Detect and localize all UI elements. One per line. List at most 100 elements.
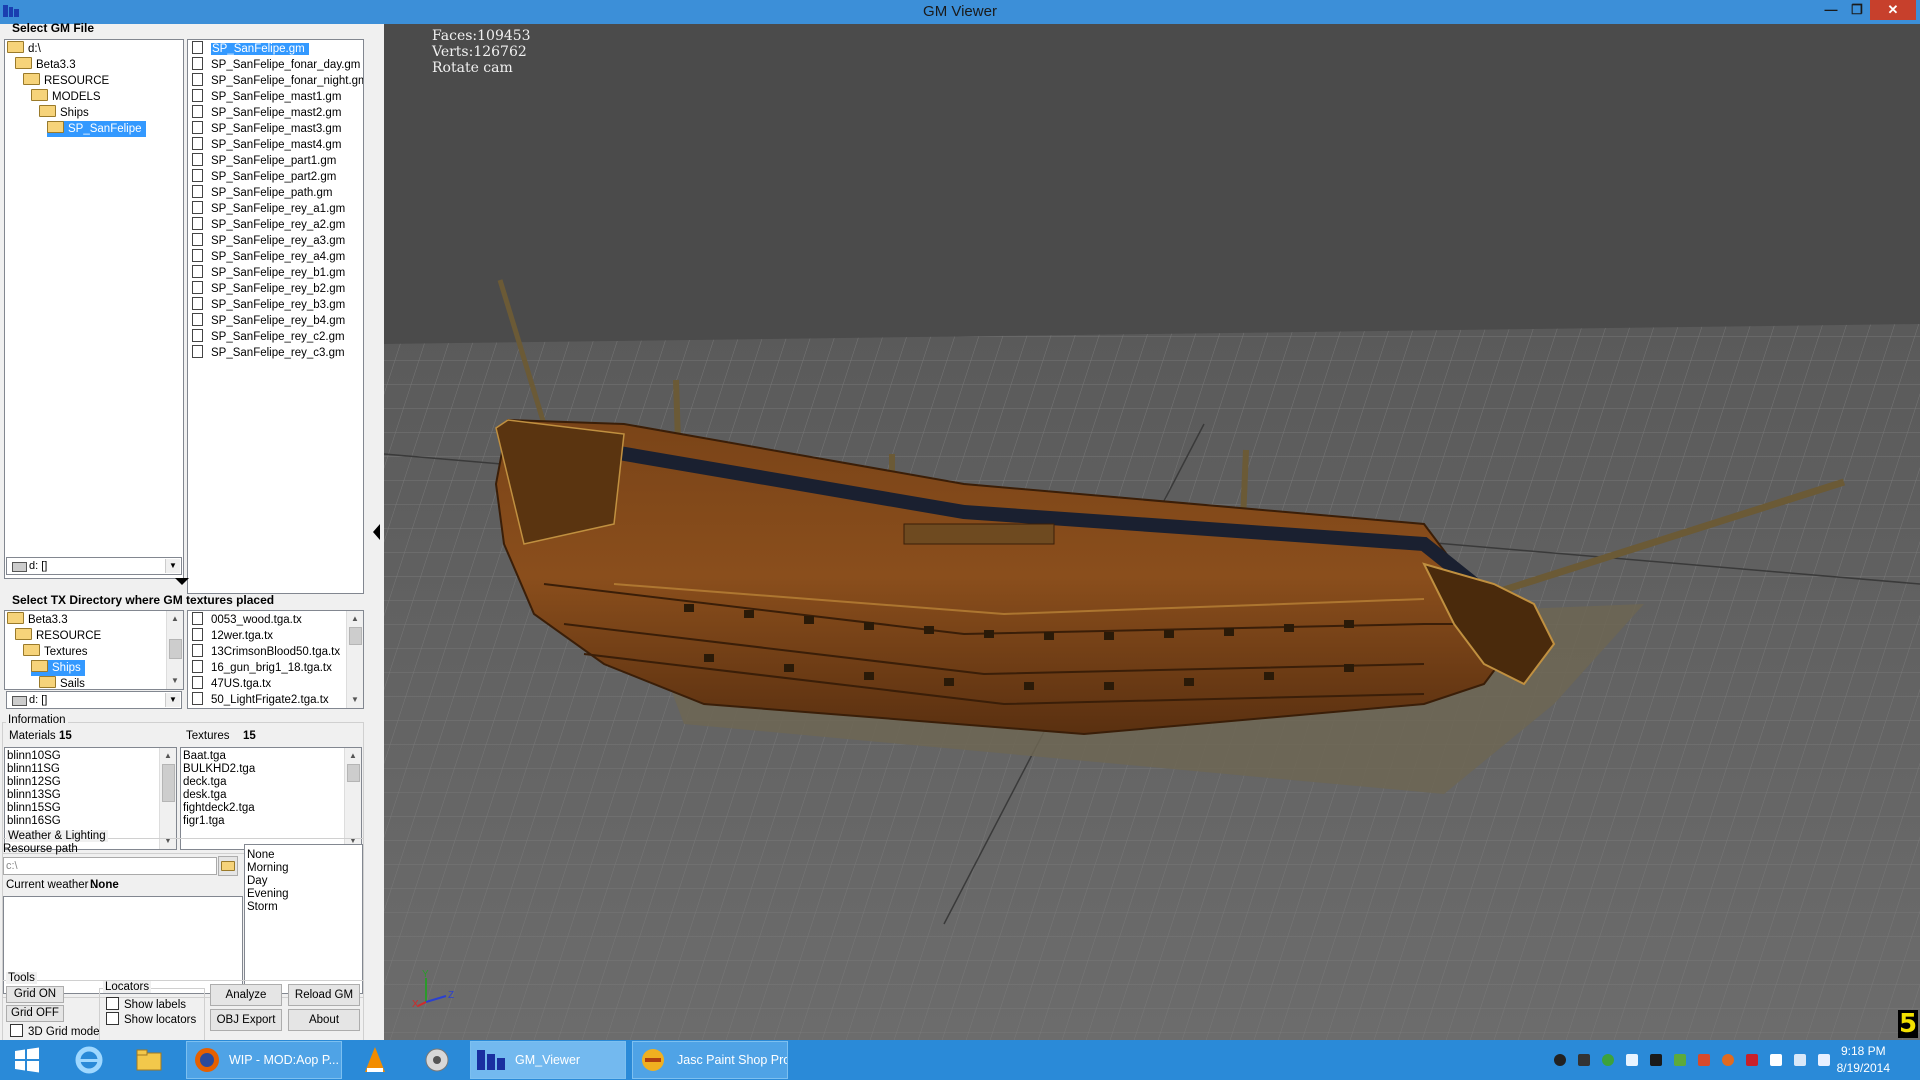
list-item[interactable]: SP_SanFelipe_mast3.gm [188, 121, 363, 137]
list-item[interactable]: SP_SanFelipe.gm [188, 41, 363, 57]
tray-firefox-icon[interactable] [1722, 1054, 1734, 1066]
obj-export-button[interactable]: OBJ Export [210, 1009, 282, 1031]
list-item[interactable]: figr1.tga [181, 813, 361, 829]
list-item[interactable]: 0053_wood.tga.tx [188, 612, 363, 628]
weather-options-list[interactable]: None Morning Day Evening Storm [244, 844, 363, 994]
tray-network-icon[interactable] [1794, 1054, 1806, 1066]
tray-app-icon[interactable] [1602, 1054, 1614, 1066]
list-item[interactable]: SP_SanFelipe_mast4.gm [188, 137, 363, 153]
scroll-thumb[interactable] [169, 639, 182, 659]
tx-tree-scrollbar[interactable]: ▲ ▼ [166, 611, 183, 689]
list-item[interactable]: SP_SanFelipe_rey_a2.gm [188, 217, 363, 233]
gm-file-list[interactable]: SP_SanFelipe.gm SP_SanFelipe_fonar_day.gm… [187, 39, 364, 594]
list-item[interactable]: SP_SanFelipe_mast2.gm [188, 105, 363, 121]
scroll-thumb[interactable] [162, 764, 175, 802]
list-item[interactable]: SP_SanFelipe_rey_b3.gm [188, 297, 363, 313]
tray-cloud-icon[interactable] [1626, 1054, 1638, 1066]
tree-item[interactable]: d:\ [7, 41, 45, 57]
collapse-panel-arrow-icon[interactable] [373, 524, 380, 540]
grid-on-button[interactable]: Grid ON [6, 986, 64, 1003]
vlc-icon[interactable] [348, 1042, 402, 1078]
list-item[interactable]: 13CrimsonBlood50.tga.tx [188, 644, 363, 660]
list-item[interactable]: 47US.tga.tx [188, 676, 363, 692]
tray-windows-icon[interactable] [1674, 1054, 1686, 1066]
list-item[interactable]: SP_SanFelipe_rey_a4.gm [188, 249, 363, 265]
list-item[interactable]: SP_SanFelipe_fonar_night.gm [188, 73, 363, 89]
minimize-button[interactable]: — [1818, 0, 1844, 20]
list-item[interactable]: SP_SanFelipe_rey_b1.gm [188, 265, 363, 281]
scroll-thumb[interactable] [349, 627, 362, 645]
tx-file-scrollbar[interactable]: ▲ ▼ [346, 611, 363, 708]
tx-drive-select[interactable]: d: [] ▼ [6, 691, 182, 709]
textures-scrollbar[interactable]: ▲ ▼ [344, 748, 361, 849]
checkbox-box[interactable] [106, 997, 119, 1010]
utility-app-icon[interactable] [410, 1042, 464, 1078]
list-item[interactable]: 50_LightFrigate2.tga.tx [188, 692, 363, 708]
tray-flag-icon[interactable] [1770, 1054, 1782, 1066]
splitter-down-arrow-icon[interactable] [175, 578, 189, 585]
scroll-up-icon[interactable]: ▲ [160, 748, 176, 764]
tray-steam-icon[interactable] [1554, 1054, 1566, 1066]
list-item[interactable]: blinn16SG [5, 813, 176, 829]
list-item[interactable]: SP_SanFelipe_rey_b4.gm [188, 313, 363, 329]
taskbar-task-gm-viewer[interactable]: GM_Viewer [470, 1041, 626, 1079]
tray-volume-icon[interactable] [1818, 1054, 1830, 1066]
scroll-down-icon[interactable]: ▼ [167, 673, 183, 689]
tree-item[interactable]: Textures [23, 644, 91, 660]
textures-list[interactable]: Baat.tga BULKHD2.tga deck.tga desk.tga fight… [180, 747, 362, 850]
list-item[interactable]: SP_SanFelipe_rey_c2.gm [188, 329, 363, 345]
scroll-down-icon[interactable]: ▼ [347, 692, 363, 708]
browse-folder-button[interactable] [218, 856, 238, 876]
checkbox-box[interactable] [106, 1012, 119, 1025]
chevron-down-icon[interactable]: ▼ [165, 559, 180, 573]
show-locators-checkbox[interactable]: Show locators [106, 1012, 196, 1027]
tree-item[interactable]: MODELS [31, 89, 105, 105]
chevron-down-icon[interactable]: ▼ [165, 693, 180, 707]
list-item[interactable]: SP_SanFelipe_path.gm [188, 185, 363, 201]
internet-explorer-icon[interactable] [62, 1042, 116, 1078]
gm-folder-tree[interactable]: d:\ Beta3.3 RESOURCE MODELS Ships SP_SanFelip… [4, 39, 184, 579]
tree-item[interactable]: Ships [39, 105, 93, 121]
list-item[interactable]: 16_gun_brig1_18.tga.tx [188, 660, 363, 676]
gm-drive-select[interactable]: d: [] ▼ [6, 557, 182, 575]
materials-scrollbar[interactable]: ▲ ▼ [159, 748, 176, 849]
list-item[interactable]: SP_SanFelipe_part1.gm [188, 153, 363, 169]
scroll-up-icon[interactable]: ▲ [167, 611, 183, 627]
tray-security-icon[interactable] [1746, 1054, 1758, 1066]
list-item[interactable]: Storm [245, 899, 362, 915]
list-item[interactable]: 12wer.tga.tx [188, 628, 363, 644]
tray-display-icon[interactable] [1578, 1054, 1590, 1066]
scroll-thumb[interactable] [347, 764, 360, 782]
list-item[interactable]: SP_SanFelipe_mast1.gm [188, 89, 363, 105]
checkbox-box[interactable] [10, 1024, 23, 1037]
tree-item[interactable]: RESOURCE [23, 73, 113, 89]
tree-item[interactable]: Beta3.3 [15, 57, 80, 73]
tree-item[interactable]: Sails [39, 676, 89, 689]
tree-item[interactable]: SP_SanFelipe [47, 121, 146, 137]
analyze-button[interactable]: Analyze [210, 984, 282, 1006]
list-item[interactable]: SP_SanFelipe_rey_a1.gm [188, 201, 363, 217]
list-item[interactable]: SP_SanFelipe_part2.gm [188, 169, 363, 185]
tree-item[interactable]: Beta3.3 [7, 612, 72, 628]
list-item[interactable]: SP_SanFelipe_rey_c3.gm [188, 345, 363, 361]
start-button[interactable] [0, 1042, 54, 1078]
close-button[interactable]: ✕ [1870, 0, 1916, 20]
show-labels-checkbox[interactable]: Show labels [106, 997, 186, 1012]
taskbar-task-firefox[interactable]: WIP - MOD:Aop P... [186, 1041, 342, 1079]
list-item[interactable]: SP_SanFelipe_fonar_day.gm [188, 57, 363, 73]
taskbar-clock[interactable]: 9:18 PM 8/19/2014 [1837, 1043, 1890, 1077]
list-item[interactable]: SP_SanFelipe_rey_b2.gm [188, 281, 363, 297]
taskbar-task-paint-shop-pro[interactable]: Jasc Paint Shop Pro [632, 1041, 788, 1079]
tree-item[interactable]: Ships [31, 660, 85, 676]
tray-network-tool-icon[interactable] [1698, 1054, 1710, 1066]
about-button[interactable]: About [288, 1009, 360, 1031]
file-explorer-icon[interactable] [122, 1042, 176, 1078]
scroll-up-icon[interactable]: ▲ [347, 611, 363, 627]
restore-button[interactable]: ❐ [1844, 0, 1870, 20]
tray-monitor-icon[interactable] [1650, 1054, 1662, 1066]
grid-3d-checkbox[interactable]: 3D Grid mode [10, 1024, 100, 1039]
3d-viewport[interactable]: Y Z X Faces:109453 Verts:126762 Rotate cam… [384, 24, 1920, 1040]
reload-gm-button[interactable]: Reload GM [288, 984, 360, 1006]
tree-item[interactable]: RESOURCE [15, 628, 105, 644]
list-item[interactable]: SP_SanFelipe_rey_a3.gm [188, 233, 363, 249]
